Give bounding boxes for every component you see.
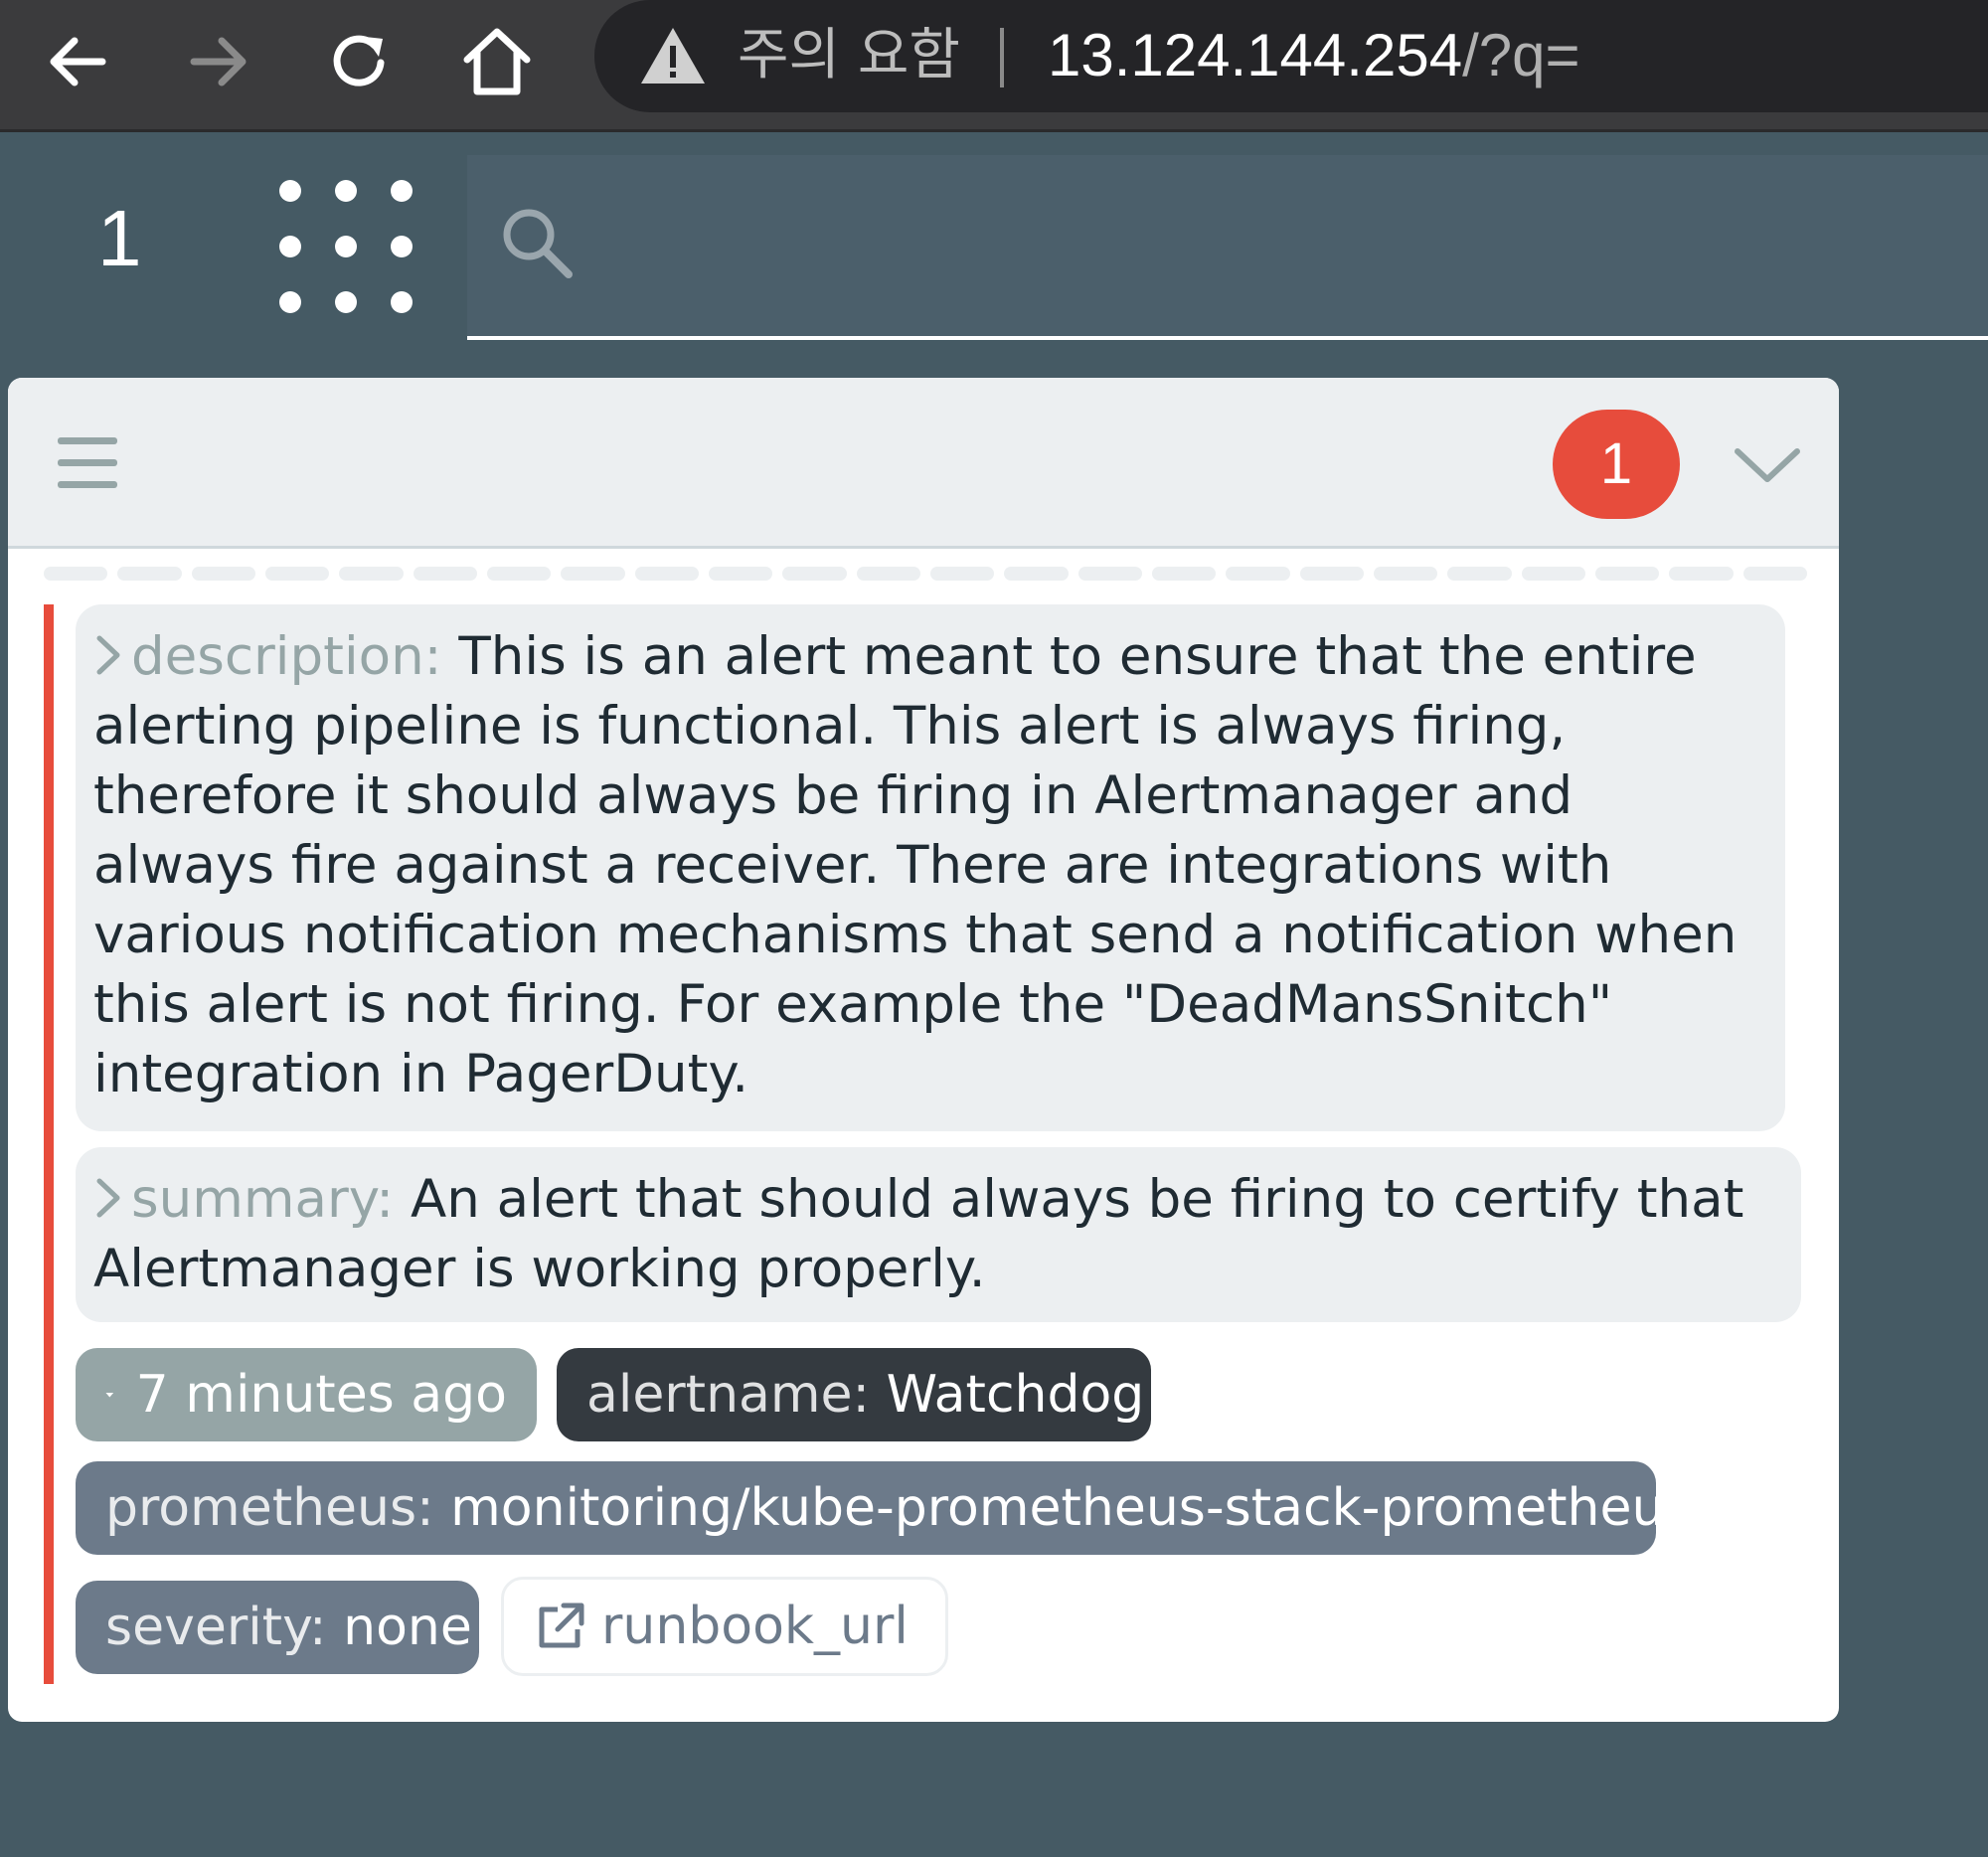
warning-icon [641,28,705,84]
reload-icon [333,35,385,86]
label-prometheus[interactable]: prometheus: monitoring/kube-prometheus-s… [76,1461,1692,1555]
url-host: 13.124.144.254 [1048,22,1463,88]
label-value: monitoring/kube-prometheus-stack-prometh… [450,1478,1692,1538]
menu-icon[interactable] [56,431,119,495]
chevron-right-icon [96,635,120,675]
loading-divider [44,567,1807,583]
home-icon [463,28,531,95]
alert-group-card: 1 description: This is an alert meant to… [8,378,1839,1722]
url-text[interactable]: 13.124.144.254/?q= [1048,14,1580,97]
annotation-value: This is an alert meant to ensure that th… [93,626,1738,1104]
started-at-text: 7 minutes ago [135,1365,507,1425]
security-warning[interactable]: 주의 요함 [738,16,960,95]
label-key: prometheus: [105,1478,434,1538]
forward-button[interactable] [179,22,258,101]
url-path: /?q= [1462,22,1580,88]
runbook-url-link[interactable]: runbook_url [501,1577,948,1676]
label-key: severity: [105,1598,327,1657]
annotation-key: summary: [131,1169,395,1230]
reload-button[interactable] [320,22,400,101]
search-icon [503,209,573,278]
annotation-summary[interactable]: summary: An alert that should always be … [76,1147,1801,1322]
annotation-description[interactable]: description: This is an alert meant to e… [76,604,1785,1131]
alert-count-badge: 1 [1553,410,1680,519]
grid-icon[interactable] [268,169,417,328]
chevron-right-icon [96,1178,120,1218]
runbook-url-label: runbook_url [601,1597,909,1656]
label-key: alertname: [586,1365,871,1425]
label-alertname[interactable]: alertname: Watchdog [557,1348,1151,1441]
caret-down-icon [105,1392,114,1398]
label-value: Watchdog [886,1365,1145,1425]
started-at-dropdown[interactable]: 7 minutes ago [76,1348,537,1441]
back-icon [50,37,106,86]
total-alert-count: 1 [97,194,142,282]
external-link-icon [539,1603,584,1648]
home-button[interactable] [457,22,537,101]
chevron-down-icon[interactable] [1728,425,1807,505]
alert-group-header: 1 [8,378,1839,549]
back-button[interactable] [38,22,117,101]
browser-toolbar: 주의 요함 13.124.144.254/?q= [0,0,1988,132]
forward-icon [190,37,247,86]
url-divider [1000,28,1004,87]
filter-input[interactable] [596,195,1968,294]
label-value: none [343,1598,472,1657]
annotation-key: description: [131,626,442,687]
firing-state-border [44,604,54,1684]
label-severity[interactable]: severity: none [76,1581,479,1674]
